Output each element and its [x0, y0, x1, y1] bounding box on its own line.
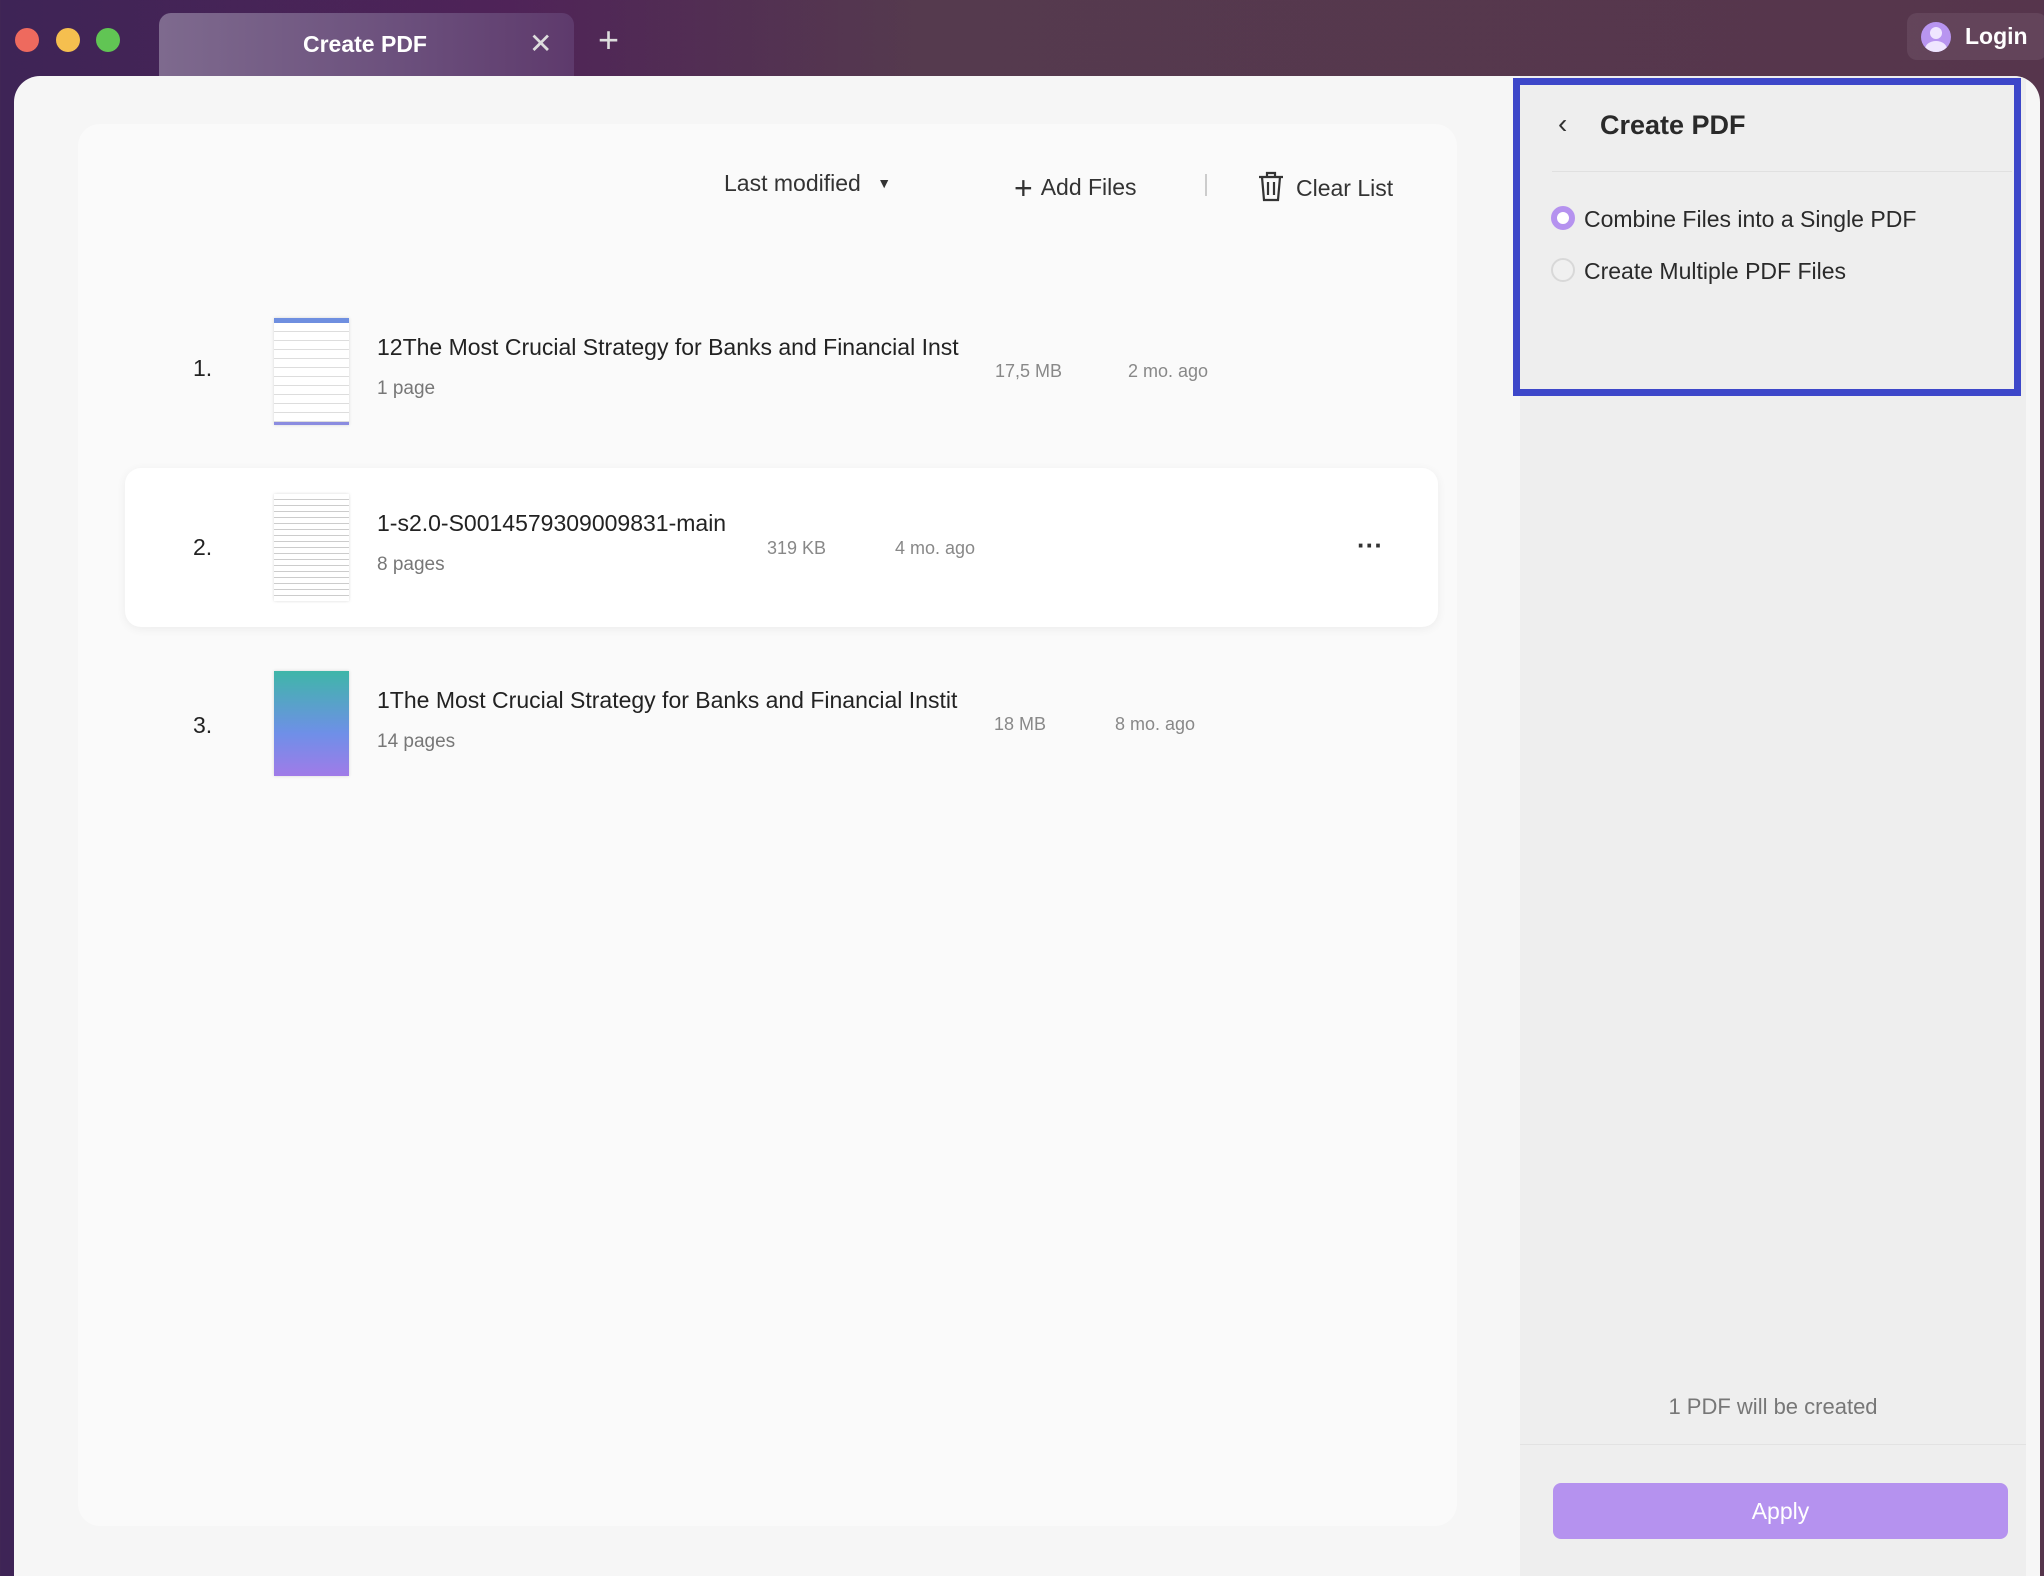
file-size: 17,5 MB [995, 361, 1063, 381]
options-highlight-box [1513, 78, 2021, 396]
clear-list-label: Clear List [1296, 175, 1394, 201]
file-thumbnail [274, 494, 349, 601]
radio-selected[interactable] [1551, 206, 1575, 230]
login-label: Login [1965, 23, 2028, 49]
tab-close-icon[interactable]: ✕ [529, 27, 552, 60]
modified-date: 4 mo. ago [895, 538, 976, 558]
sort-dropdown[interactable]: Last modified ▼ [724, 170, 891, 197]
radio-unselected[interactable] [1551, 258, 1575, 282]
apply-button[interactable]: Apply [1553, 1483, 2008, 1539]
modified-date: 2 mo. ago [1128, 361, 1209, 381]
maximize-window-button[interactable] [96, 28, 120, 52]
add-files-button[interactable]: + Add Files [1014, 170, 1137, 207]
close-window-button[interactable] [15, 28, 39, 52]
file-size: 319 KB [767, 538, 827, 558]
tab-title: Create PDF [303, 31, 427, 57]
page-count: 8 pages [377, 554, 445, 575]
file-thumbnail [274, 318, 349, 425]
footer-divider [1520, 1444, 2026, 1445]
avatar-icon [1921, 22, 1951, 52]
pdf-count-summary: 1 PDF will be created [1668, 1394, 1878, 1419]
more-options-button[interactable]: ··· [1357, 530, 1383, 561]
login-button[interactable]: Login [1907, 13, 2044, 60]
add-files-label: Add Files [1040, 174, 1137, 200]
panel-divider [1552, 171, 2012, 172]
file-row[interactable]: 3. 1The Most Crucial Strategy for Banks … [125, 644, 1438, 803]
option-label: Combine Files into a Single PDF [1584, 206, 1917, 232]
file-thumbnail [274, 671, 349, 776]
page-count: 1 page [377, 378, 436, 399]
new-tab-button[interactable]: + [598, 22, 619, 58]
option-label: Create Multiple PDF Files [1584, 258, 1847, 284]
file-row[interactable]: 1. 12The Most Crucial Strategy for Banks… [125, 289, 1438, 448]
panel-title: Create PDF [1600, 110, 1746, 140]
file-size: 18 MB [994, 714, 1047, 734]
file-name: 1-s2.0-S0014579309009831-main [377, 510, 727, 536]
row-index: 3. [193, 712, 213, 738]
tab-create-pdf[interactable]: Create PDF ✕ [159, 13, 574, 76]
clear-list-button[interactable]: Clear List [1256, 170, 1393, 202]
file-row[interactable]: 2. 1-s2.0-S0014579309009831-main 8 pages… [125, 468, 1438, 627]
file-name: 1The Most Crucial Strategy for Banks and… [377, 687, 958, 713]
page-count: 14 pages [377, 731, 456, 752]
caret-down-icon: ▼ [877, 175, 892, 191]
row-index: 2. [193, 534, 213, 560]
row-index: 1. [193, 355, 213, 381]
trash-icon [1259, 171, 1283, 202]
modified-date: 8 mo. ago [1115, 714, 1196, 734]
back-chevron-icon[interactable]: ‹ [1558, 108, 1567, 140]
plus-icon: + [1014, 170, 1033, 206]
toolbar-divider [1205, 174, 1207, 196]
file-name: 12The Most Crucial Strategy for Banks an… [377, 334, 959, 360]
sort-label: Last modified [724, 170, 861, 196]
minimize-window-button[interactable] [56, 28, 80, 52]
